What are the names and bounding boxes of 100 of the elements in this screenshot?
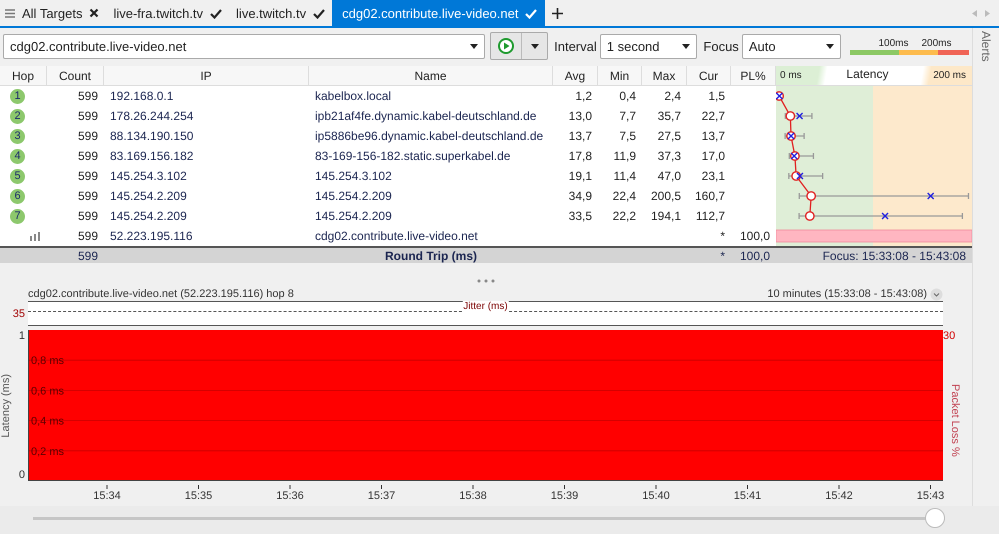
axis-tick-label: 15:36 [276, 490, 304, 502]
column-header[interactable]: Cur [687, 66, 731, 86]
max-cell-text: 200,5 [650, 188, 682, 205]
min-cell-text: 22,2 [612, 208, 637, 225]
graph-title: cdg02.contribute.live-video.net (52.223.195.116) hop 8 [28, 288, 294, 300]
hostname-cell-text: ipb21af4fe.dynamic.kabel-deutschland.de [314, 108, 538, 125]
count-cell-text: 599 [76, 108, 99, 125]
ip-cell-text: 83.169.156.182 [109, 148, 194, 165]
axis-tick-label: 30 [943, 330, 956, 342]
ip-cell-text: 192.168.0.1 [109, 88, 174, 105]
legend-label: 100ms [878, 38, 908, 48]
min-cell-text: 7,5 [618, 128, 637, 145]
cur-cell-text: * [719, 248, 726, 263]
ip-cell-text: 88.134.190.150 [109, 128, 194, 145]
column-header[interactable]: Count [47, 66, 104, 86]
axis-tick-label: 15:40 [642, 490, 670, 502]
tab[interactable]: live-fra.twitch.tv [106, 0, 230, 26]
interval-label: Interval [554, 38, 597, 54]
cur-cell-text: 160,7 [694, 188, 726, 205]
avg-cell-text: 13,0 [568, 108, 593, 125]
ip-cell-text: 145.254.3.102 [109, 168, 188, 185]
max-cell-text: 194,1 [650, 208, 682, 225]
max-cell-text: 35,7 [656, 108, 682, 125]
max-cell-text: 27,5 [656, 128, 682, 145]
axis-tick-label: 0,8 ms [31, 355, 64, 368]
y-axis-title: Packet Loss % [949, 384, 961, 457]
axis-tick-label: 15:35 [184, 490, 212, 502]
axis-tick-label: 0,4 ms [31, 416, 64, 428]
min-cell-text: 22,4 [612, 188, 637, 205]
count-cell-text: 599 [76, 168, 99, 185]
column-title: Latency [846, 66, 888, 80]
axis-label: 200 ms [933, 70, 966, 81]
hostname-cell-text: 145.254.2.209 [314, 188, 393, 205]
cur-cell-text: 112,7 [694, 208, 726, 225]
min-cell-text: 11,4 [612, 168, 637, 185]
cur-cell-text: 22,7 [700, 108, 726, 125]
max-cell-text: 37,3 [656, 148, 682, 165]
loss-cell-text: 100,0 [738, 228, 771, 245]
hop-number: 6 [10, 188, 25, 204]
cur-cell-text: 17,0 [700, 148, 726, 165]
ip-cell-text: 145.254.2.209 [109, 208, 188, 225]
ip-cell-text: 145.254.2.209 [109, 188, 188, 205]
max-cell-text: 47,0 [656, 168, 682, 185]
cur-cell-text: * [719, 228, 726, 245]
time-range-select[interactable]: 10 minutes (15:33:08 - 15:43:08) [767, 288, 943, 300]
column-header[interactable]: IP [104, 66, 309, 86]
axis-tick-label: 15:43 [916, 490, 944, 502]
tab[interactable]: cdg02.contribute.live-video.net [332, 0, 546, 26]
column-header[interactable]: Name [309, 66, 553, 86]
hop-number: 4 [10, 148, 25, 164]
focus-select[interactable]: Auto [742, 34, 842, 58]
hostname-cell-text: 145.254.2.209 [314, 208, 393, 225]
axis-label: 0 ms [780, 70, 802, 81]
column-header[interactable]: Min [598, 66, 642, 86]
count-cell-text: 599 [76, 228, 99, 245]
hop-number: 2 [10, 108, 25, 124]
avg-cell-text: 19,1 [568, 168, 593, 185]
alerts-tab[interactable]: Alerts [979, 31, 993, 62]
axis-tick-label: 0,2 ms [31, 446, 64, 458]
legend-label: 200ms [921, 38, 952, 48]
summary-label: Round Trip (ms) [384, 248, 478, 263]
axis-tick-label: 15:41 [734, 490, 762, 502]
y-axis-title: Latency (ms) [0, 374, 12, 438]
axis-tick-label: 35 [12, 306, 26, 322]
axis-tick-label: 0 [18, 468, 25, 481]
axis-tick-label: 15:42 [825, 490, 853, 502]
count-cell-text: 599 [76, 188, 99, 205]
latency-header[interactable]: 0 ms Latency 200 ms [776, 66, 972, 86]
count-cell-text: 599 [76, 148, 99, 165]
tab[interactable]: All Targets [15, 0, 106, 26]
target-field[interactable]: cdg02.contribute.live-video.net [3, 34, 486, 58]
axis-tick-label: 15:34 [93, 490, 121, 502]
focus-label: Focus [703, 38, 739, 54]
min-cell-text: 11,9 [612, 148, 637, 165]
column-header[interactable]: PL% [731, 66, 776, 86]
axis-tick-label: 15:39 [550, 490, 578, 502]
axis-tick-label: 1 [18, 330, 25, 342]
axis-tick-label: 0,6 ms [31, 385, 64, 398]
interval-select[interactable]: 1 second [600, 34, 698, 58]
hop-number: 3 [10, 128, 25, 144]
count-cell-text: 599 [76, 128, 99, 145]
hostname-cell-text: 145.254.3.102 [314, 168, 393, 185]
hostname-cell-text: kabelbox.local [314, 88, 392, 105]
column-header[interactable]: Max [642, 66, 687, 86]
focus-range: Focus: 15:33:08 - 15:43:08 [822, 248, 967, 263]
jitter-label: Jitter (ms) [462, 301, 509, 312]
hop-number: 5 [10, 168, 25, 184]
column-header[interactable]: Avg [553, 66, 598, 86]
avg-cell-text: 34,9 [568, 188, 593, 205]
max-cell-text: 2,4 [663, 88, 682, 105]
hostname-cell-text: 83-169-156-182.static.superkabel.de [314, 148, 512, 165]
hop-number: 1 [10, 88, 25, 104]
tab[interactable]: live.twitch.tv [229, 0, 332, 26]
column-header[interactable]: Hop [0, 66, 47, 86]
min-cell-text: 0,4 [618, 88, 637, 105]
avg-cell-text: 17,8 [568, 148, 593, 165]
hop-number: 7 [10, 208, 25, 224]
cur-cell-text: 13,7 [700, 128, 726, 145]
loss-cell-text: 100,0 [738, 248, 771, 263]
count-cell-text: 599 [76, 208, 99, 225]
